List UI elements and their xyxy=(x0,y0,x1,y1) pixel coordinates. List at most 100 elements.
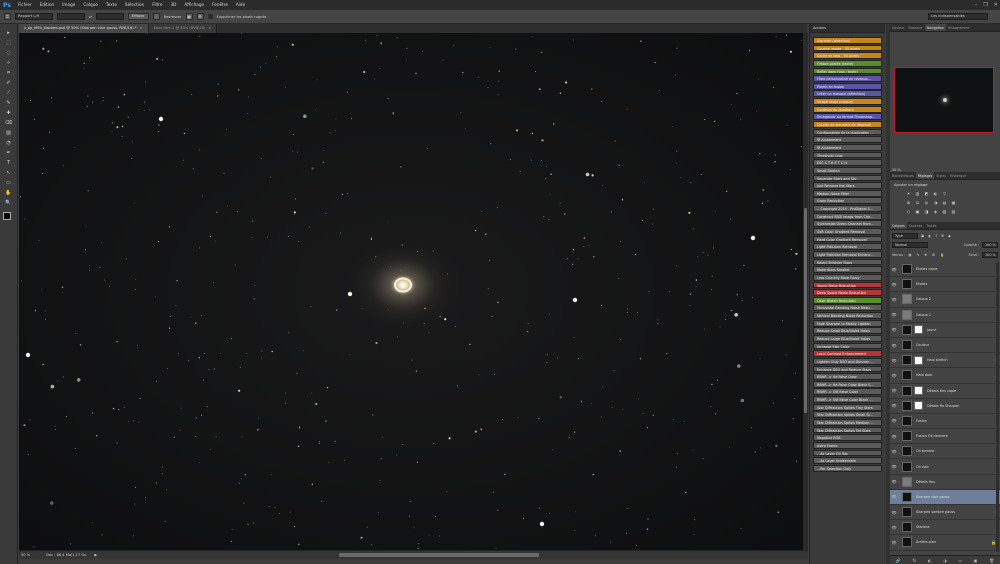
visibility-eye-icon[interactable]: 👁 xyxy=(890,403,898,408)
action-item[interactable]: RBHR -> Ha False Color Black S... xyxy=(813,380,882,388)
action-item[interactable]: Hard Color Gradient Removal xyxy=(813,235,882,243)
layer-row[interactable]: 👁 Starless xyxy=(890,520,1000,536)
visibility-eye-icon[interactable]: 👁 xyxy=(890,373,898,378)
action-item[interactable]: Reduce Large Blue/Violet Halos xyxy=(813,334,882,342)
action-item[interactable]: Less Crunchy More Fuzzy xyxy=(813,273,882,281)
layer-row[interactable]: 👁 Halo dark xyxy=(890,368,1000,384)
action-item[interactable]: RBHR -> OIII False Color xyxy=(813,388,882,396)
layer-row[interactable]: 👁 Détails fins xyxy=(890,475,1000,490)
action-item[interactable]: IR Ajustement xyxy=(813,143,882,151)
filter-4-icon[interactable]: ◆ xyxy=(948,234,951,238)
layer-row[interactable]: 👁 Sharpen sombre gauss xyxy=(890,505,1000,521)
action-item[interactable]: Reflet dans l'eau (texte) xyxy=(813,67,882,75)
layer-row[interactable]: 👁 Arrière-plan 🔒 xyxy=(890,535,1000,551)
action-item[interactable]: Star Diffraction Spikes Medium ... xyxy=(813,419,882,426)
action-item[interactable]: Increase Star Color xyxy=(813,342,882,350)
action-item[interactable]: Configuration de la duplication ... xyxy=(813,128,882,136)
adjustment-6-icon[interactable]: ⚖ xyxy=(915,200,920,205)
layer-row[interactable]: 👁 Détails fins copie xyxy=(890,384,1000,399)
doc-tab-1[interactable]: Sans titre-1 @ 50% (RVB/16) × xyxy=(148,24,218,33)
grid-overlay-icon[interactable]: ▦ xyxy=(185,13,193,20)
action-item[interactable]: ...As Layer On Top xyxy=(813,449,882,457)
navigator-tab-0[interactable]: Couleur xyxy=(890,24,906,31)
action-item[interactable]: Select Brighter Stars xyxy=(813,258,882,266)
visibility-eye-icon[interactable]: 👁 xyxy=(890,343,898,348)
visibility-eye-icon[interactable]: 👁 xyxy=(890,464,898,469)
tool-16-icon[interactable]: ✋ xyxy=(3,189,15,198)
tool-5-icon[interactable]: ✐ xyxy=(3,79,15,88)
action-item[interactable]: IR Ajustement xyxy=(813,136,882,144)
tool-11-icon[interactable]: ◔ xyxy=(3,139,15,148)
close-tab-icon[interactable]: × xyxy=(208,26,211,30)
filter-2-icon[interactable]: T xyxy=(935,234,937,238)
layer-footer-5-icon[interactable]: ▣ xyxy=(974,558,978,563)
action-item[interactable]: Make Stars Smaller xyxy=(813,266,882,274)
adjustment-8-icon[interactable]: ◑ xyxy=(933,200,938,205)
menu-3[interactable]: Calque xyxy=(79,0,102,10)
action-item[interactable]: Enregistrer au format Photoshop... xyxy=(813,113,882,121)
adjustment-0-icon[interactable]: ☀ xyxy=(906,191,911,196)
settings-gear-icon[interactable]: ⚙ xyxy=(196,13,204,20)
visibility-eye-icon[interactable]: 👁 xyxy=(890,297,898,302)
layer-row[interactable]: 👁 Fusion Oll derniere xyxy=(890,429,1000,445)
visibility-eye-icon[interactable]: 👁 xyxy=(890,434,898,439)
action-item[interactable]: Filtre personnalisé en niveaux... xyxy=(813,75,882,82)
layer-footer-6-icon[interactable]: 🗑 xyxy=(989,558,994,563)
swap-icon[interactable]: ⇄ xyxy=(89,15,92,19)
menu-4[interactable]: Texte xyxy=(102,0,121,10)
adjustment-15-icon[interactable]: ▧ xyxy=(942,209,947,214)
adjustment-14-icon[interactable]: ◈ xyxy=(933,209,938,214)
tool-3-icon[interactable]: ✧ xyxy=(3,59,15,68)
adjustment-16-icon[interactable]: ▨ xyxy=(951,209,956,214)
action-item[interactable]: Ombre portée (texte) xyxy=(813,59,882,67)
lock-3-icon[interactable]: ⊞ xyxy=(932,253,935,257)
action-item[interactable]: Light Pollution Removal Enhanc... xyxy=(813,250,882,258)
menu-8[interactable]: Affichage xyxy=(180,0,208,10)
tool-7-icon[interactable]: ✎ xyxy=(3,99,15,108)
lock-0-icon[interactable]: ▦ xyxy=(908,253,911,257)
workspace-select[interactable]: Les indispensables xyxy=(928,13,988,20)
straighten-icon[interactable]: ⟋ xyxy=(152,13,160,20)
adjustment-9-icon[interactable]: ▤ xyxy=(942,200,947,205)
horizontal-scroll-thumb[interactable] xyxy=(339,553,539,557)
adjustment-1-icon[interactable]: ▥ xyxy=(915,191,920,196)
tool-17-icon[interactable]: 🔍 xyxy=(3,199,15,208)
action-item[interactable]: ...Per Selection Only xyxy=(813,464,882,472)
action-item[interactable]: Light Pollution Removal xyxy=(813,243,882,251)
action-item[interactable]: Virage sépia (calque) xyxy=(813,98,882,105)
action-item[interactable]: Fade Sharpen to Mostly Lighten xyxy=(813,319,882,327)
lock-1-icon[interactable]: ✎ xyxy=(916,253,919,257)
tool-4-icon[interactable]: ⌗ xyxy=(3,69,15,78)
action-item[interactable]: RBHR -> Ha False Color xyxy=(813,373,882,380)
action-item[interactable]: RBHR -> OIII False Color Black ... xyxy=(813,396,882,403)
adjustment-2-icon[interactable]: ◩ xyxy=(924,191,929,196)
action-item[interactable]: Enhance DSO and Reduce Stars xyxy=(813,365,882,373)
menu-0[interactable]: Fichier xyxy=(14,0,36,10)
visibility-eye-icon[interactable]: 👁 xyxy=(890,540,898,545)
action-item[interactable]: Vignette (sélection) xyxy=(813,37,882,44)
color-swatches[interactable] xyxy=(2,212,15,224)
close-button[interactable]: ✕ xyxy=(994,2,998,8)
visibility-eye-icon[interactable]: 👁 xyxy=(890,312,898,317)
layers-tab-1[interactable]: Couches xyxy=(907,222,925,229)
height-input[interactable] xyxy=(96,13,125,20)
lock-4-icon[interactable]: 🔒 xyxy=(940,253,944,257)
navigator-tab-2[interactable]: Navigation xyxy=(924,24,946,31)
action-item[interactable]: Deep Space Noise Reduction xyxy=(813,289,882,296)
action-item[interactable]: Separate Stars and Sky xyxy=(813,174,882,182)
layer-row[interactable]: 👁 Etoiles xyxy=(890,277,1000,293)
action-item[interactable]: Reduce Small Blue/Violet Halos xyxy=(813,327,882,335)
ratio-select[interactable]: Rapport L/H xyxy=(15,13,53,20)
action-item[interactable]: Soft Color Gradient Removal xyxy=(813,228,882,235)
action-item[interactable]: Grain Reduction xyxy=(813,197,882,205)
kind-filter-select[interactable]: Type xyxy=(892,232,918,239)
foreground-color[interactable] xyxy=(2,212,11,220)
visibility-eye-icon[interactable]: 👁 xyxy=(890,327,898,332)
filter-3-icon[interactable]: ⊞ xyxy=(941,234,944,238)
action-item[interactable]: Negative RGB xyxy=(813,434,882,442)
tool-13-icon[interactable]: T xyxy=(3,159,15,168)
close-tab-icon[interactable]: × xyxy=(140,26,143,30)
tool-9-icon[interactable]: ⌫ xyxy=(3,119,15,128)
menu-6[interactable]: Filtre xyxy=(148,0,166,10)
layer-row[interactable]: 👁 Détails fin Sharpen xyxy=(890,399,1000,414)
